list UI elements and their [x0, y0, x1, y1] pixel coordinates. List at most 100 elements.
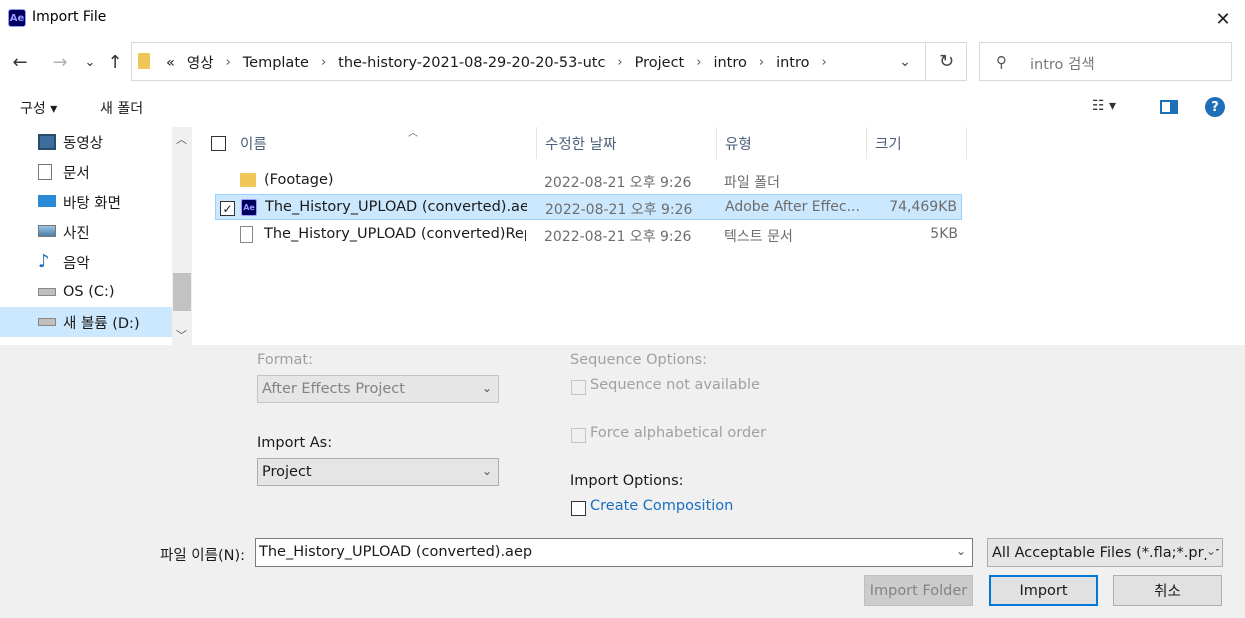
filename-value: The_History_UPLOAD (converted).aep — [259, 544, 533, 560]
recent-locations-button[interactable]: ⌄ — [78, 50, 102, 74]
chevron-right-icon[interactable]: › — [753, 55, 770, 70]
sidebar-item-music[interactable]: ♪ 음악 — [0, 247, 172, 277]
breadcrumb-item[interactable]: intro — [770, 55, 815, 71]
file-name: The_History_UPLOAD (converted).aep — [265, 199, 527, 215]
scrollbar-thumb[interactable] — [173, 273, 191, 311]
file-date: 2022-08-21 오후 9:26 — [544, 175, 692, 191]
sidebar-item-videos[interactable]: 동영상 — [0, 127, 172, 157]
window-title: Import File — [32, 9, 107, 25]
column-header-date[interactable]: 수정한 날짜 — [537, 127, 717, 159]
sidebar-item-label: 사진 — [63, 225, 90, 242]
file-type: Adobe After Effec... — [725, 199, 860, 215]
column-header-size[interactable]: 크기 — [867, 127, 967, 159]
chevron-down-icon: ⌄ — [481, 381, 492, 395]
select-all-checkbox[interactable] — [211, 136, 226, 151]
chevron-down-icon: ⌄ — [899, 54, 911, 70]
search-placeholder: intro 검색 — [1030, 57, 1095, 73]
chevron-right-icon[interactable]: › — [611, 55, 628, 70]
back-button[interactable]: ← — [8, 50, 32, 74]
breadcrumb-overflow[interactable]: « — [160, 55, 181, 71]
column-header-type[interactable]: 유형 — [717, 127, 867, 159]
format-select: After Effects Project ⌄ — [257, 375, 499, 403]
import-options-label: Import Options: — [570, 473, 684, 489]
create-composition-checkbox[interactable] — [571, 501, 586, 516]
address-history-dropdown[interactable]: ⌄ — [892, 51, 918, 73]
sidebar-item-documents[interactable]: 문서 — [0, 157, 172, 187]
filetype-select[interactable]: All Acceptable Files (*.fla;*.prpr ⌄ — [987, 538, 1223, 567]
search-icon: ⚲ — [996, 53, 1007, 71]
import-as-label: Import As: — [257, 435, 333, 451]
forward-button[interactable]: → — [48, 50, 72, 74]
sidebar-item-pictures[interactable]: 사진 — [0, 217, 172, 247]
file-row[interactable]: (Footage) 2022-08-21 오후 9:26 파일 폴더 — [215, 168, 962, 194]
column-header-name[interactable]: 이름 ︿ — [232, 127, 537, 159]
videos-icon — [38, 134, 56, 150]
breadcrumb-item[interactable]: the-history-2021-08-29-20-20-53-utc — [332, 55, 611, 71]
sidebar-item-label: 바탕 화면 — [63, 195, 121, 212]
sequence-checkbox — [571, 380, 586, 395]
refresh-button[interactable]: ↻ — [925, 42, 967, 81]
drive-icon — [38, 318, 56, 326]
force-alphabetical-label: Force alphabetical order — [590, 425, 767, 441]
view-options-icon[interactable]: ☷ ▾ — [1092, 98, 1116, 114]
sidebar-item-label: 새 볼륨 (D:) — [63, 315, 140, 332]
column-label: 이름 — [240, 136, 267, 153]
breadcrumb-item[interactable]: 영상 — [181, 52, 220, 73]
help-icon[interactable]: ? — [1205, 97, 1225, 117]
chevron-right-icon[interactable]: › — [690, 55, 707, 70]
sidebar-item-label: 동영상 — [63, 135, 104, 152]
chevron-right-icon[interactable]: › — [220, 55, 237, 70]
sidebar-item-desktop[interactable]: 바탕 화면 — [0, 187, 172, 217]
file-list: 이름 ︿ 수정한 날짜 유형 크기 (Footage) 2022-08-21 오… — [192, 127, 1245, 345]
file-size: 5KB — [930, 226, 958, 242]
address-bar[interactable]: « 영상 › Template › the-history-2021-08-29… — [131, 42, 967, 81]
breadcrumb-item[interactable]: Project — [629, 55, 691, 71]
refresh-icon: ↻ — [938, 51, 955, 72]
sidebar-item-os-c[interactable]: OS (C:) — [0, 277, 172, 307]
breadcrumb-item[interactable]: Template — [237, 55, 315, 71]
pictures-icon — [38, 225, 56, 237]
text-file-icon — [240, 226, 253, 243]
sort-ascending-icon: ︿ — [408, 128, 418, 139]
sidebar-item-label: OS (C:) — [63, 284, 115, 300]
column-label: 크기 — [875, 136, 902, 153]
new-folder-button[interactable]: 새 폴더 — [100, 98, 143, 118]
filename-field[interactable]: The_History_UPLOAD (converted).aep ⌄ — [255, 538, 973, 567]
chevron-right-icon[interactable]: › — [816, 55, 833, 70]
after-effects-app-icon: Ae — [8, 9, 26, 27]
preview-pane-icon[interactable] — [1160, 100, 1178, 114]
file-name: (Footage) — [264, 172, 334, 188]
title-bar: Ae Import File ✕ — [0, 0, 1245, 38]
folder-icon — [138, 53, 150, 69]
chevron-down-icon: ⌄ — [1203, 544, 1216, 558]
ae-file-icon: Ae — [241, 199, 257, 216]
chevron-right-icon[interactable]: › — [315, 55, 332, 70]
close-button[interactable]: ✕ — [1203, 2, 1243, 36]
forward-arrow-icon: → — [52, 51, 68, 73]
search-input[interactable]: ⚲ intro 검색 — [979, 42, 1232, 81]
format-label: Format: — [257, 352, 313, 368]
breadcrumb-item[interactable]: intro — [707, 55, 752, 71]
sidebar-scrollbar[interactable]: ︿ ﹀ — [172, 127, 192, 345]
column-label: 유형 — [725, 136, 752, 153]
create-composition-label[interactable]: Create Composition — [590, 498, 733, 514]
organize-menu-button[interactable]: 구성 ▾ — [20, 98, 57, 118]
sidebar-item-volume-d[interactable]: 새 볼륨 (D:) — [0, 307, 172, 337]
chevron-down-icon[interactable]: ⌄ — [956, 544, 966, 558]
close-icon: ✕ — [1215, 8, 1231, 30]
file-row[interactable]: The_History_UPLOAD (converted)Rep... 202… — [215, 222, 962, 248]
import-button[interactable]: Import — [989, 575, 1098, 606]
scroll-down-icon[interactable]: ﹀ — [176, 327, 187, 343]
file-row-selected[interactable]: ✓ Ae The_History_UPLOAD (converted).aep … — [215, 194, 962, 220]
drive-icon — [38, 288, 56, 296]
music-icon: ♪ — [38, 251, 50, 272]
cancel-button[interactable]: 취소 — [1113, 575, 1222, 606]
up-button[interactable]: ↑ — [103, 50, 127, 74]
import-as-select[interactable]: Project ⌄ — [257, 458, 499, 486]
navigation-bar: ← → ⌄ ↑ « 영상 › Template › the-history-20… — [0, 38, 1245, 86]
row-checkbox-checked[interactable]: ✓ — [220, 201, 235, 216]
import-folder-button[interactable]: Import Folder — [864, 575, 973, 606]
scroll-up-icon[interactable]: ︿ — [176, 131, 187, 147]
column-label: 수정한 날짜 — [545, 136, 617, 153]
sidebar-item-label: 문서 — [63, 165, 90, 182]
